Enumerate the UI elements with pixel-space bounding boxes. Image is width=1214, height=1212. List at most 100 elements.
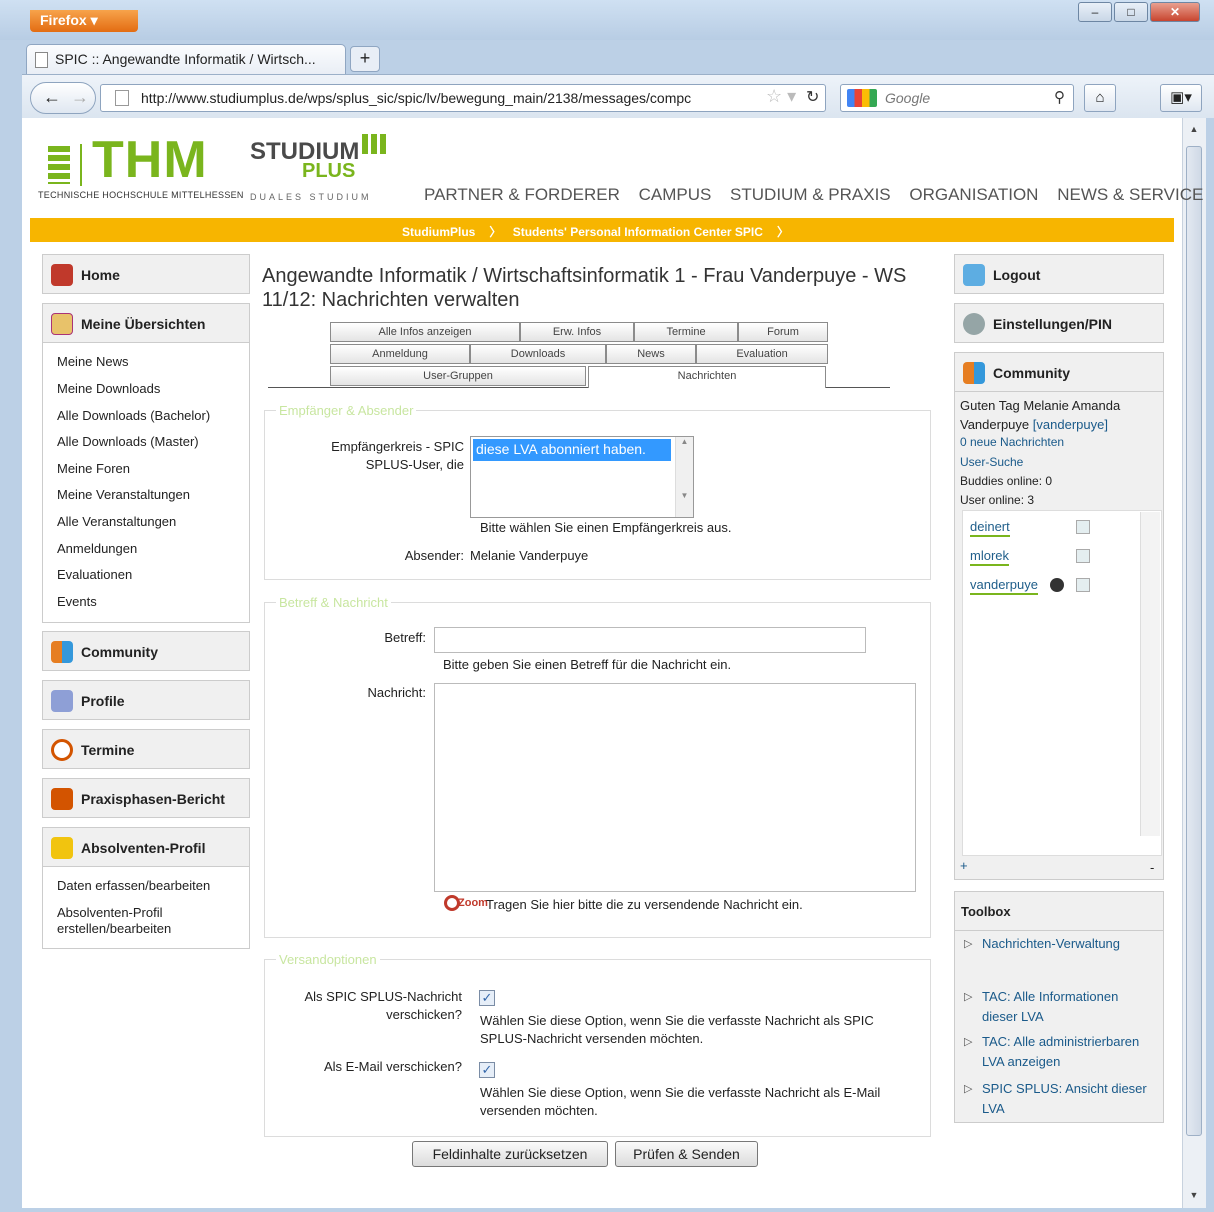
- online-user-vanderpuye[interactable]: vanderpuye: [970, 577, 1038, 595]
- reload-icon[interactable]: ↻: [806, 87, 820, 107]
- expand-plus-button[interactable]: +: [960, 858, 968, 873]
- online-user-deinert[interactable]: deinert: [970, 519, 1010, 537]
- nachricht-textarea[interactable]: [434, 683, 916, 892]
- tab-erw-infos[interactable]: Erw. Infos: [520, 322, 634, 342]
- new-messages-link[interactable]: 0 neue Nachrichten: [960, 435, 1064, 449]
- nav-campus[interactable]: CAMPUS: [639, 185, 712, 204]
- masks-icon: [51, 690, 73, 712]
- sidebar-link-downloads-master[interactable]: Alle Downloads (Master): [57, 434, 199, 449]
- sidebar-link-evaluationen[interactable]: Evaluationen: [57, 567, 132, 582]
- back-button[interactable]: ← →: [30, 82, 96, 114]
- maximize-button[interactable]: □: [1114, 2, 1148, 22]
- page-icon: [35, 52, 48, 68]
- betreff-input[interactable]: [434, 627, 866, 653]
- nav-news[interactable]: NEWS & SERVICE: [1057, 185, 1203, 204]
- tab-anmeldung[interactable]: Anmeldung: [330, 344, 470, 364]
- opt2-checkbox[interactable]: ✓: [479, 1062, 495, 1078]
- online-users-scrollbar[interactable]: [1140, 512, 1160, 836]
- empfaenger-label: Empfängerkreis - SPIC SPLUS-User, die: [331, 439, 464, 472]
- scroll-down-icon[interactable]: ▼: [1186, 1190, 1202, 1206]
- sidebar-praxis[interactable]: Praxisphasen-Bericht: [42, 778, 250, 818]
- empfaenger-select[interactable]: diese LVA abonniert haben. ▲ ▼: [470, 436, 694, 518]
- nav-partner[interactable]: PARTNER & FORDERER: [424, 185, 620, 204]
- nachricht-label: Nachricht:: [367, 685, 426, 700]
- sidebar-community-right[interactable]: Community: [954, 352, 1164, 392]
- url-bar[interactable]: http://www.studiumplus.de/wps/splus_sic/…: [100, 84, 826, 112]
- scroll-down-icon[interactable]: ▼: [681, 491, 689, 500]
- empfaenger-option-selected[interactable]: diese LVA abonniert haben.: [473, 439, 671, 461]
- message-user-icon[interactable]: [1076, 520, 1090, 534]
- toolbox-nachrichten-verwaltung[interactable]: Nachrichten-Verwaltung: [964, 934, 1154, 954]
- new-tab-button[interactable]: +: [350, 46, 380, 72]
- people-icon: [963, 362, 985, 384]
- search-input[interactable]: Google ⚲: [840, 84, 1074, 112]
- breadcrumb-spic[interactable]: Students' Personal Information Center SP…: [513, 225, 763, 239]
- greeting-user-link[interactable]: [vanderpuye]: [1033, 417, 1108, 432]
- back-arrow-icon: ←: [43, 87, 61, 107]
- message-user-icon[interactable]: [1076, 549, 1090, 563]
- sidebar-link-alle-veranstaltungen[interactable]: Alle Veranstaltungen: [57, 514, 176, 529]
- reset-button[interactable]: Feldinhalte zurücksetzen: [412, 1141, 608, 1167]
- scroll-up-icon[interactable]: ▲: [1186, 124, 1202, 140]
- browser-tab[interactable]: SPIC :: Angewandte Informatik / Wirtsch.…: [26, 44, 346, 74]
- opt2-label: Als E-Mail verschicken?: [324, 1059, 462, 1074]
- select-scrollbar[interactable]: ▲ ▼: [675, 437, 693, 517]
- minimize-button[interactable]: –: [1078, 2, 1112, 22]
- user-search-link[interactable]: User-Suche: [960, 455, 1023, 469]
- sidebar-settings[interactable]: Einstellungen/PIN: [954, 303, 1164, 343]
- sidebar-profile[interactable]: Profile: [42, 680, 250, 720]
- scrollbar-thumb[interactable]: [1186, 146, 1202, 1136]
- search-icon[interactable]: ⚲: [1054, 88, 1065, 106]
- google-icon[interactable]: [847, 89, 877, 107]
- tab-alle-infos[interactable]: Alle Infos anzeigen: [330, 322, 520, 342]
- gear-icon: [963, 313, 985, 335]
- toolbox-tac-administrierbar[interactable]: TAC: Alle administrierbaren LVA anzeigen: [964, 1032, 1154, 1072]
- tab-downloads[interactable]: Downloads: [470, 344, 606, 364]
- sidebar-logout[interactable]: Logout: [954, 254, 1164, 294]
- opt1-checkbox[interactable]: ✓: [479, 990, 495, 1006]
- tab-evaluation[interactable]: Evaluation: [696, 344, 828, 364]
- breadcrumb-separator-icon: 〉: [489, 225, 502, 239]
- zoom-label[interactable]: Zoom: [458, 897, 488, 909]
- tab-news[interactable]: News: [606, 344, 696, 364]
- sidebar-absolventen[interactable]: Absolventen-Profil: [42, 827, 250, 867]
- sidebar-praxis-label: Praxisphasen-Bericht: [81, 791, 225, 807]
- submit-button[interactable]: Prüfen & Senden: [615, 1141, 758, 1167]
- sidebar-home[interactable]: Home: [42, 254, 250, 294]
- sidebar-link-meine-veranstaltungen[interactable]: Meine Veranstaltungen: [57, 487, 190, 502]
- forward-arrow-icon[interactable]: →: [71, 87, 89, 107]
- sidebar-link-daten-erfassen[interactable]: Daten erfassen/bearbeiten: [57, 878, 210, 893]
- tab-forum[interactable]: Forum: [738, 322, 828, 342]
- nav-organisation[interactable]: ORGANISATION: [909, 185, 1038, 204]
- firefox-menu-button[interactable]: Firefox ▾: [30, 10, 138, 32]
- sidebar-termine[interactable]: Termine: [42, 729, 250, 769]
- sidebar-link-meine-downloads[interactable]: Meine Downloads: [57, 381, 160, 396]
- home-icon[interactable]: ⌂: [1084, 84, 1116, 112]
- tab-nachrichten[interactable]: Nachrichten: [588, 366, 826, 388]
- sidebar-link-absolventen-profil[interactable]: Absolventen-Profil erstellen/bearbeiten: [57, 905, 207, 937]
- online-user-mlorek[interactable]: mlorek: [970, 548, 1010, 566]
- sidebar-link-meine-foren[interactable]: Meine Foren: [57, 461, 130, 476]
- sidebar-link-events[interactable]: Events: [57, 594, 97, 609]
- close-window-button[interactable]: ✕: [1150, 2, 1200, 22]
- message-user-icon[interactable]: [1076, 578, 1090, 592]
- toolbox-spic-ansicht[interactable]: SPIC SPLUS: Ansicht dieser LVA: [964, 1079, 1154, 1119]
- sidebar-community[interactable]: Community: [42, 631, 250, 671]
- tab-termine[interactable]: Termine: [634, 322, 738, 342]
- breadcrumb-studiumplus[interactable]: StudiumPlus: [402, 225, 475, 239]
- sidebar-link-anmeldungen[interactable]: Anmeldungen: [57, 541, 137, 556]
- sidebar-link-meine-news[interactable]: Meine News: [57, 354, 129, 369]
- nav-studium[interactable]: STUDIUM & PRAXIS: [730, 185, 891, 204]
- sidebar-uebersichten[interactable]: Meine Übersichten: [42, 303, 250, 343]
- collapse-minus-button[interactable]: -: [1150, 860, 1154, 875]
- scroll-up-icon[interactable]: ▲: [681, 437, 689, 446]
- bookmark-star-icon[interactable]: ☆ ▾: [766, 86, 797, 107]
- addon-menu-icon[interactable]: ▣▾: [1160, 84, 1202, 112]
- thm-logo[interactable]: THM: [92, 130, 208, 190]
- toolbox-tac-alle-informationen[interactable]: TAC: Alle Informationen dieser LVA: [964, 987, 1154, 1027]
- people-icon: [51, 641, 73, 663]
- tab-user-gruppen[interactable]: User-Gruppen: [330, 366, 586, 386]
- sidebar-link-downloads-bachelor[interactable]: Alle Downloads (Bachelor): [57, 408, 210, 423]
- breadcrumb: StudiumPlus 〉 Students' Personal Informat…: [30, 218, 1174, 242]
- sidebar-logout-label: Logout: [993, 267, 1041, 283]
